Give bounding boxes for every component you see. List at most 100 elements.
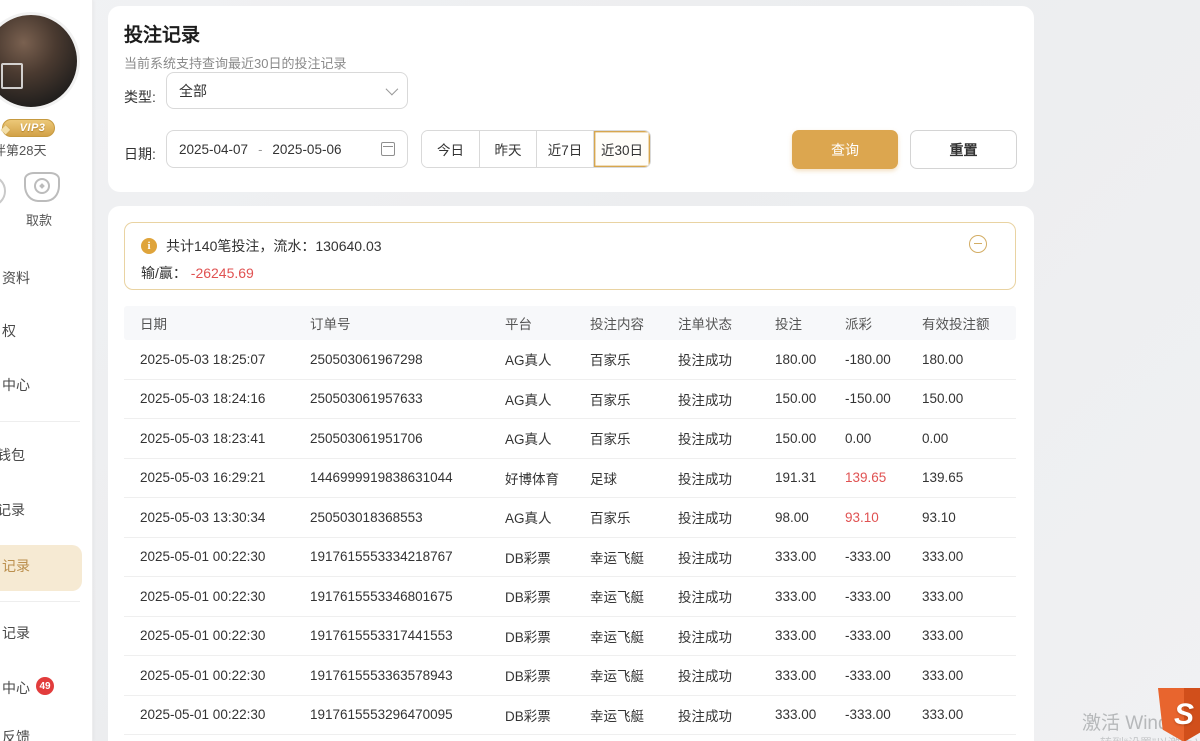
avatar[interactable] (0, 12, 80, 110)
cell-valid-amount: 333.00 (922, 668, 1016, 683)
type-select-value: 全部 (179, 81, 386, 101)
date-range-input[interactable]: 2025-04-07 - 2025-05-06 (166, 130, 408, 168)
deposit-icon[interactable] (0, 175, 6, 207)
cell-payout: -333.00 (845, 589, 922, 604)
cell-platform: AG真人 (505, 389, 590, 409)
type-filter-label: 类型: (124, 87, 156, 107)
query-button[interactable]: 查询 (792, 130, 898, 169)
table-row: 2025-05-03 18:24:16 250503061957633 AG真人… (124, 380, 1016, 420)
cell-payout: 139.65 (845, 470, 922, 485)
cell-content: 足球 (590, 468, 678, 488)
cell-order-no: 1917615553317441553 (310, 628, 505, 643)
table-row: 2025-05-01 00:22:30 1917615553346801675 … (124, 577, 1016, 617)
table-row: 2025-05-01 00:22:30 1917615553334218767 … (124, 538, 1016, 578)
sidebar-item-3[interactable]: 钱包 (0, 445, 25, 465)
cell-bet: 150.00 (775, 431, 845, 446)
cell-valid-amount: 333.00 (922, 707, 1016, 722)
info-icon: i (141, 238, 157, 254)
sidebar-divider (0, 421, 80, 422)
cell-order-no: 250503061967298 (310, 352, 505, 367)
cell-status: 投注成功 (678, 547, 775, 567)
vip-level-label: VIP3 (12, 122, 46, 134)
sidebar-item-2[interactable]: 中心 (2, 375, 30, 395)
cell-order-no: 250503061951706 (310, 431, 505, 446)
cell-date: 2025-05-01 00:22:30 (124, 549, 310, 564)
column-header: 派彩 (845, 313, 922, 333)
member-days-text: 伴第28天 (0, 140, 46, 159)
cell-platform: AG真人 (505, 507, 590, 527)
reset-button[interactable]: 重置 (910, 130, 1017, 169)
page-subtitle: 当前系统支持查询最近30日的投注记录 (124, 53, 346, 72)
cell-payout: -333.00 (845, 707, 922, 722)
cell-valid-amount: 333.00 (922, 549, 1016, 564)
cell-valid-amount: 333.00 (922, 589, 1016, 604)
collapse-icon[interactable] (969, 235, 987, 253)
cell-payout: -180.00 (845, 352, 922, 367)
table-row: 2025-05-01 00:22:30 1917615553317441553 … (124, 617, 1016, 657)
sidebar-item-6[interactable]: 记录 (2, 623, 30, 643)
date-end-value: 2025-05-06 (272, 142, 341, 157)
records-card: i 共计140笔投注，流水：130640.03 输/赢： -26245.69 日… (108, 206, 1034, 741)
cell-date: 2025-05-01 00:22:30 (124, 589, 310, 604)
withdraw-icon[interactable] (24, 172, 60, 202)
avatar-photo-detail (1, 63, 23, 89)
cell-content: 幸运飞艇 (590, 547, 678, 567)
quick-range-group: 今日昨天近7日近30日 (421, 130, 651, 168)
cell-content: 百家乐 (590, 507, 678, 527)
cell-order-no: 1917615553296470095 (310, 707, 505, 722)
range-button-近30日[interactable]: 近30日 (593, 131, 650, 167)
date-separator: - (258, 142, 262, 157)
sidebar-item-7[interactable]: 中心 (2, 678, 30, 698)
table-row: 2025-05-03 13:30:34 250503018368553 AG真人… (124, 498, 1016, 538)
column-header: 注单状态 (678, 313, 775, 333)
cell-bet: 333.00 (775, 549, 845, 564)
withdraw-label[interactable]: 取款 (26, 210, 52, 229)
table-row: 2025-05-03 18:25:07 250503061967298 AG真人… (124, 340, 1016, 380)
sidebar-item-8[interactable]: 反馈 (2, 727, 30, 741)
range-button-昨天[interactable]: 昨天 (479, 131, 536, 167)
sidebar-item-1[interactable]: 权 (2, 321, 16, 341)
cell-valid-amount: 139.65 (922, 470, 1016, 485)
cell-status: 投注成功 (678, 428, 775, 448)
date-start-value: 2025-04-07 (179, 142, 248, 157)
cell-date: 2025-05-01 00:22:30 (124, 668, 310, 683)
cell-payout: 0.00 (845, 431, 922, 446)
cell-bet: 333.00 (775, 628, 845, 643)
cell-bet: 150.00 (775, 391, 845, 406)
win-loss-value: -26245.69 (191, 265, 254, 281)
cell-valid-amount: 93.10 (922, 510, 1016, 525)
withdraw-icon-lens (34, 178, 50, 194)
type-select[interactable]: 全部 (166, 72, 408, 109)
cell-date: 2025-05-03 18:25:07 (124, 352, 310, 367)
column-header: 有效投注额 (922, 313, 1016, 333)
sidebar-item-4[interactable]: 记录 (0, 500, 25, 520)
cell-date: 2025-05-03 13:30:34 (124, 510, 310, 525)
notification-badge: 49 (36, 677, 54, 695)
cell-order-no: 250503018368553 (310, 510, 505, 525)
sidebar-item-0[interactable]: 资料 (2, 268, 30, 288)
column-header: 投注 (775, 313, 845, 333)
cell-content: 百家乐 (590, 349, 678, 369)
cell-valid-amount: 150.00 (922, 391, 1016, 406)
cell-payout: -333.00 (845, 549, 922, 564)
vip-badge: ◆ VIP3 (2, 119, 55, 137)
range-button-近7日[interactable]: 近7日 (536, 131, 593, 167)
table-row: 2025-05-01 00:22:30 1917615553296470095 … (124, 696, 1016, 736)
summary-totals-text: 共计140笔投注，流水：130640.03 (166, 236, 382, 256)
win-loss-label: 输/赢： (141, 265, 187, 281)
cell-content: 幸运飞艇 (590, 626, 678, 646)
column-header: 日期 (124, 313, 310, 333)
cell-payout: -333.00 (845, 668, 922, 683)
table-header-row: 日期订单号平台投注内容注单状态投注派彩有效投注额 (124, 306, 1016, 340)
cell-date: 2025-05-03 18:23:41 (124, 431, 310, 446)
cell-platform: DB彩票 (505, 705, 590, 725)
date-filter-label: 日期: (124, 144, 156, 164)
cell-content: 幸运飞艇 (590, 665, 678, 685)
table-body: 2025-05-03 18:25:07 250503061967298 AG真人… (124, 340, 1016, 735)
windows-activation-watermark: 激活 Wind (1082, 708, 1169, 735)
range-button-今日[interactable]: 今日 (422, 131, 479, 167)
cell-content: 百家乐 (590, 389, 678, 409)
cell-platform: 好博体育 (505, 468, 590, 488)
sidebar-item-current[interactable]: 记录 (2, 556, 30, 576)
cell-order-no: 1917615553363578943 (310, 668, 505, 683)
